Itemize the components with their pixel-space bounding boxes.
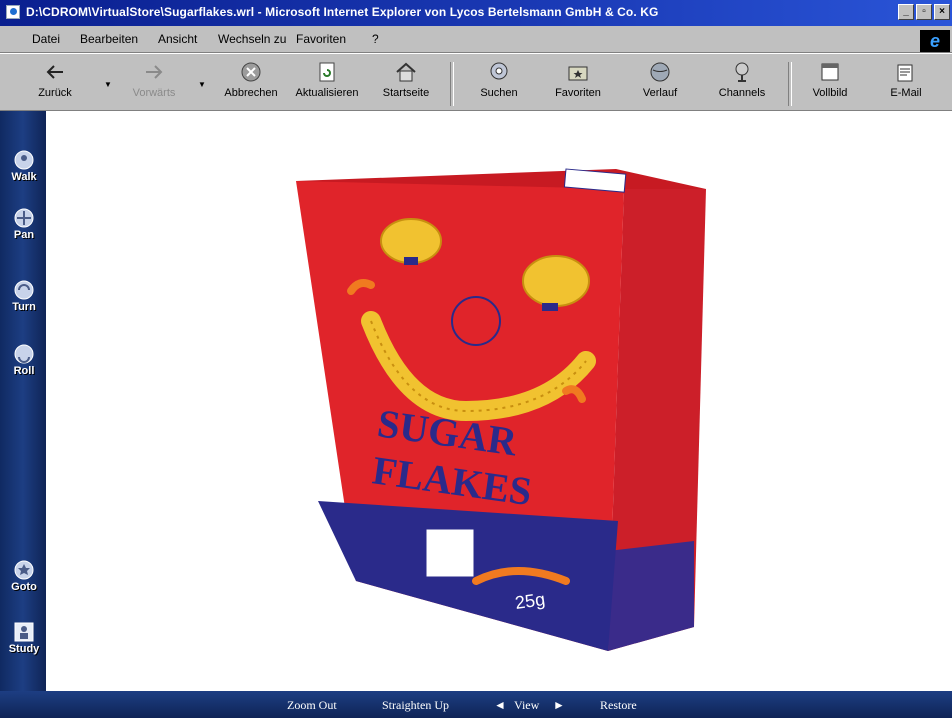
restore-button[interactable]: Restore: [600, 698, 637, 713]
mail-icon: [897, 64, 913, 82]
menu-favoriten[interactable]: Favoriten: [296, 32, 346, 46]
menu-ansicht[interactable]: Ansicht: [158, 32, 197, 46]
roll-button[interactable]: Roll: [6, 343, 42, 377]
title-bar: D:\CDROM\VirtualStore\Sugarflakes.wrl - …: [0, 0, 952, 26]
menu-bearbeiten[interactable]: Bearbeiten: [80, 32, 138, 46]
roll-icon: [14, 344, 34, 364]
home-button[interactable]: Startseite: [378, 60, 434, 99]
walk-button[interactable]: Walk: [6, 149, 42, 183]
search-button[interactable]: Suchen: [474, 60, 524, 99]
pan-button[interactable]: Pan: [6, 207, 42, 241]
ie-window-icon[interactable]: [6, 5, 20, 19]
window-controls: _ ▫ ×: [898, 4, 950, 20]
goto-icon: [14, 560, 34, 580]
window-title: D:\CDROM\VirtualStore\Sugarflakes.wrl - …: [26, 5, 659, 19]
menu-bar: Datei Bearbeiten Ansicht Wechseln zu Fav…: [0, 26, 952, 53]
home-label: Startseite: [382, 87, 430, 99]
back-label: Zurück: [38, 87, 72, 99]
favorites-button[interactable]: Favoriten: [548, 60, 608, 99]
home-icon: [396, 62, 416, 82]
search-icon: [490, 62, 508, 80]
store-logo: [425, 528, 475, 578]
mail-label: E-Mail: [890, 87, 922, 99]
channels-label: Channels: [718, 87, 766, 99]
vrml-viewport[interactable]: SUGAR FLAKES 25g: [46, 111, 952, 691]
goto-label: Goto: [11, 581, 37, 593]
forward-label: Vorwärts: [132, 87, 176, 99]
view-next-icon[interactable]: ►: [553, 698, 565, 713]
view-label: View: [514, 698, 540, 712]
goto-button[interactable]: Goto: [6, 559, 42, 593]
close-button[interactable]: ×: [934, 4, 950, 20]
fullscreen-button[interactable]: Vollbild: [806, 60, 854, 99]
study-icon: [14, 622, 34, 642]
study-button[interactable]: Study: [6, 621, 42, 655]
channels-button[interactable]: Channels: [712, 60, 772, 99]
pan-icon: [14, 208, 34, 228]
stop-label: Abbrechen: [224, 87, 278, 99]
vrml-bottom-controls: Zoom Out Straighten Up ◄ View ► Restore: [0, 691, 952, 718]
favorites-label: Favoriten: [555, 87, 601, 99]
back-dropdown-icon[interactable]: ▼: [104, 80, 112, 89]
box-side-blue-band: [608, 541, 694, 651]
stop-icon: [241, 62, 261, 82]
zoom-out-button[interactable]: Zoom Out: [287, 698, 337, 713]
back-arrow-icon: [46, 65, 63, 79]
menu-wechseln-zu[interactable]: Wechseln zu: [218, 32, 286, 46]
menu-help[interactable]: ?: [372, 32, 379, 46]
straighten-up-button[interactable]: Straighten Up: [382, 698, 449, 713]
study-label: Study: [8, 643, 40, 655]
minimize-button[interactable]: _: [898, 4, 914, 20]
menu-datei[interactable]: Datei: [32, 32, 60, 46]
toolbar-separator: [450, 62, 454, 106]
forward-arrow-icon: [146, 65, 163, 79]
back-button[interactable]: Zurück: [30, 60, 80, 99]
toolbar-separator: [788, 62, 792, 106]
vrml-nav-panel: Walk Pan Turn Roll Goto Study: [0, 111, 46, 691]
stop-button[interactable]: Abbrechen: [216, 60, 286, 99]
roll-label: Roll: [13, 365, 35, 377]
refresh-button[interactable]: Aktualisieren: [290, 60, 364, 99]
ie-throbber-logo: e: [920, 30, 950, 52]
refresh-icon: [319, 62, 335, 82]
turn-button[interactable]: Turn: [6, 279, 42, 313]
mail-button[interactable]: E-Mail: [886, 60, 926, 99]
fullscreen-label: Vollbild: [812, 87, 848, 99]
turn-icon: [14, 280, 34, 300]
walk-icon: [14, 150, 34, 170]
history-label: Verlauf: [642, 87, 678, 99]
search-label: Suchen: [480, 87, 518, 99]
history-globe-icon: [650, 62, 670, 82]
weight-label: 25g: [514, 589, 547, 613]
channels-satellite-icon: [735, 62, 749, 82]
turn-label: Turn: [12, 301, 36, 313]
forward-dropdown-icon[interactable]: ▼: [198, 80, 206, 89]
standard-toolbar: Zurück ▼ Vorwärts ▼ Abbrechen Aktualisie…: [0, 53, 952, 111]
pan-label: Pan: [13, 229, 35, 241]
cereal-box-3d-model[interactable]: SUGAR FLAKES 25g: [46, 111, 952, 691]
maximize-button[interactable]: ▫: [916, 4, 932, 20]
favorites-folder-icon: [568, 66, 588, 81]
fullscreen-icon: [821, 63, 839, 81]
view-prev-icon[interactable]: ◄: [494, 698, 506, 713]
refresh-label: Aktualisieren: [295, 87, 359, 99]
history-button[interactable]: Verlauf: [636, 60, 684, 99]
forward-button[interactable]: Vorwärts: [126, 60, 182, 99]
walk-label: Walk: [11, 171, 37, 183]
